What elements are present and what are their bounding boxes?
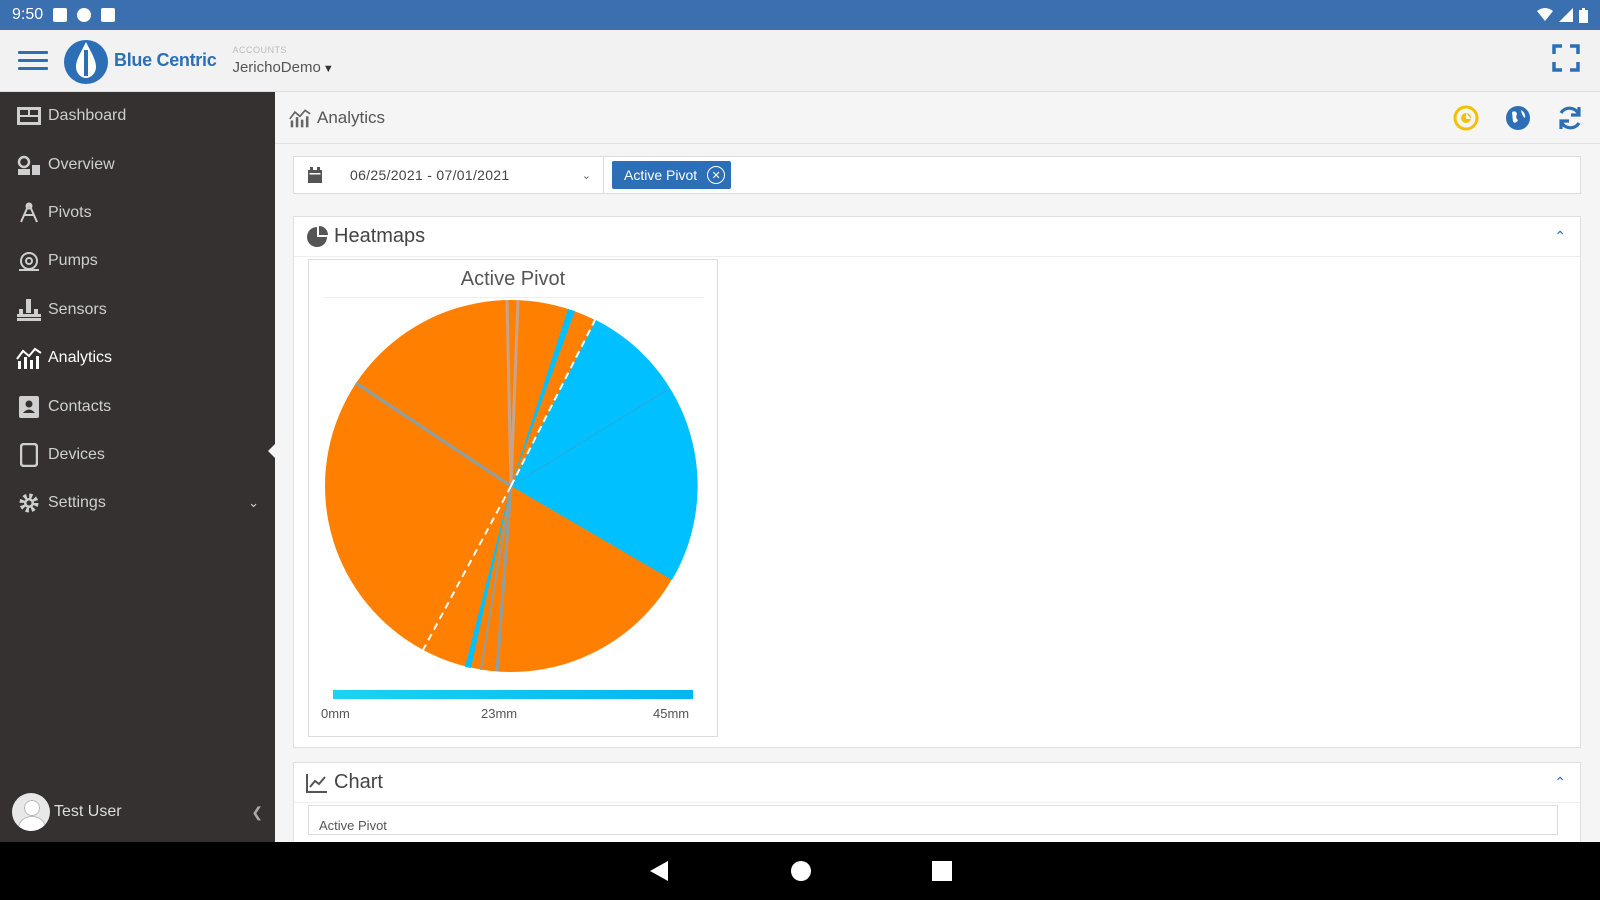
wifi-icon bbox=[1537, 8, 1553, 21]
chart-card-header: Chart ⌃ bbox=[294, 763, 1580, 803]
main-content: Analytics 06/25/2021 - 07/01/2021 ⌄ Acti… bbox=[275, 92, 1600, 842]
app-header: Blue Centric ACCOUNTS JerichoDemo ▼ bbox=[0, 30, 1600, 92]
legend-min-label: 0mm bbox=[321, 706, 350, 721]
chart-card: Chart ⌃ Active Pivot bbox=[293, 762, 1581, 842]
filter-tag-label: Active Pivot bbox=[624, 167, 698, 183]
account-selector[interactable]: ACCOUNTS JerichoDemo ▼ bbox=[232, 45, 333, 76]
chevron-down-icon: ⌄ bbox=[581, 169, 591, 182]
remove-tag-icon[interactable]: ✕ bbox=[707, 166, 726, 184]
app-screen: 9:50 Blue Centric ACCOUNTS JerichoDemo▼ bbox=[0, 0, 1600, 900]
page-header: Analytics bbox=[275, 92, 1600, 144]
sidebar-item-overview[interactable]: Overview bbox=[0, 140, 275, 188]
active-indicator bbox=[268, 444, 275, 458]
drop-logo-icon bbox=[64, 39, 108, 84]
pivot-heatmap bbox=[325, 299, 698, 672]
chevron-down-icon: ▼ bbox=[322, 63, 334, 75]
sidebar-item-sensors[interactable]: Sensors bbox=[0, 286, 275, 334]
sd-card-icon bbox=[101, 8, 116, 22]
back-icon[interactable] bbox=[648, 859, 670, 883]
analytics-icon bbox=[289, 108, 311, 127]
heatmaps-title: Heatmaps bbox=[334, 225, 426, 247]
legend-max-label: 45mm bbox=[653, 706, 690, 721]
sidebar-item-label: Dashboard bbox=[48, 107, 127, 125]
globe-icon[interactable] bbox=[1504, 104, 1532, 132]
sidebar-item-label: Overview bbox=[48, 155, 115, 173]
user-profile[interactable]: Test User ❮ bbox=[12, 790, 267, 834]
sensor-icon bbox=[16, 298, 42, 321]
notification-icon bbox=[53, 8, 68, 22]
home-icon[interactable] bbox=[790, 860, 812, 882]
app-notification-icon bbox=[77, 8, 92, 22]
recents-icon[interactable] bbox=[932, 861, 952, 881]
chart-pivot-selector[interactable]: Active Pivot bbox=[308, 805, 1558, 835]
heatmap-title: Active Pivot bbox=[323, 268, 703, 298]
pie-chart-icon bbox=[307, 225, 328, 247]
battery-icon bbox=[1579, 7, 1588, 23]
signal-icon bbox=[1559, 8, 1573, 22]
sidebar-item-label: Analytics bbox=[48, 349, 113, 367]
chevron-down-icon: ⌄ bbox=[248, 495, 259, 511]
avatar bbox=[12, 793, 50, 831]
sidebar-item-label: Devices bbox=[48, 445, 105, 463]
sidebar-item-pumps[interactable]: Pumps bbox=[0, 237, 275, 285]
contacts-icon bbox=[16, 395, 42, 418]
pump-icon bbox=[16, 250, 42, 272]
legend-mid-label: 23mm bbox=[481, 706, 518, 721]
overview-icon bbox=[16, 154, 42, 176]
chevron-up-icon[interactable]: ⌃ bbox=[1554, 228, 1566, 245]
account-label: ACCOUNTS bbox=[232, 45, 287, 55]
filter-tag[interactable]: Active Pivot ✕ bbox=[612, 161, 732, 189]
line-chart-icon bbox=[306, 773, 327, 793]
sidebar-item-pivots[interactable]: Pivots bbox=[0, 189, 275, 237]
account-name: JerichoDemo bbox=[232, 59, 321, 76]
sidebar-item-devices[interactable]: Devices bbox=[0, 431, 275, 479]
hamburger-menu-icon[interactable] bbox=[18, 51, 48, 70]
dashboard-icon bbox=[16, 105, 42, 127]
sidebar-item-label: Sensors bbox=[48, 300, 107, 318]
heatmaps-card: Heatmaps ⌃ Active Pivot 0mm 23mm 45mm bbox=[293, 216, 1581, 748]
date-range-value: 06/25/2021 - 07/01/2021 bbox=[350, 167, 510, 183]
gear-icon bbox=[16, 492, 42, 514]
heatmaps-card-header: Heatmaps ⌃ bbox=[294, 217, 1580, 257]
heatmap-legend-bar bbox=[333, 690, 693, 699]
sidebar-item-settings[interactable]: Settings ⌄ bbox=[0, 479, 275, 527]
status-time: 9:50 bbox=[12, 6, 44, 23]
weather-icon[interactable] bbox=[1452, 104, 1480, 132]
chart-title: Chart bbox=[334, 771, 383, 793]
device-icon bbox=[16, 442, 42, 467]
chart-selector-value: Active Pivot bbox=[319, 818, 387, 833]
sidebar-item-contacts[interactable]: Contacts bbox=[0, 382, 275, 430]
sidebar-item-label: Pumps bbox=[48, 252, 98, 270]
analytics-icon bbox=[16, 347, 42, 370]
fullscreen-icon[interactable] bbox=[1552, 44, 1580, 77]
date-range-picker[interactable]: 06/25/2021 - 07/01/2021 ⌄ bbox=[294, 157, 604, 193]
brand-name: Blue Centric bbox=[114, 50, 217, 70]
android-nav-bar bbox=[0, 842, 1600, 900]
user-name: Test User bbox=[54, 803, 122, 820]
brand-logo: Blue Centric bbox=[62, 36, 217, 86]
chevron-up-icon[interactable]: ⌃ bbox=[1554, 774, 1566, 791]
filter-bar: 06/25/2021 - 07/01/2021 ⌄ Active Pivot ✕ bbox=[293, 156, 1581, 194]
status-bar: 9:50 bbox=[0, 0, 1600, 30]
sidebar-item-dashboard[interactable]: Dashboard bbox=[0, 92, 275, 140]
collapse-sidebar-icon[interactable]: ❮ bbox=[251, 804, 263, 821]
page-title: Analytics bbox=[317, 107, 386, 127]
heatmap-panel: Active Pivot 0mm 23mm 45mm bbox=[308, 259, 718, 737]
pivot-icon bbox=[16, 202, 42, 224]
sidebar-item-analytics[interactable]: Analytics bbox=[0, 334, 275, 382]
sidebar-item-label: Settings bbox=[48, 494, 106, 512]
refresh-icon[interactable] bbox=[1556, 104, 1584, 132]
sidebar: Dashboard Overview Pivots Pumps Sensors … bbox=[0, 92, 275, 842]
calendar-icon bbox=[308, 167, 322, 183]
sidebar-item-label: Pivots bbox=[48, 203, 92, 221]
sidebar-item-label: Contacts bbox=[48, 397, 112, 415]
